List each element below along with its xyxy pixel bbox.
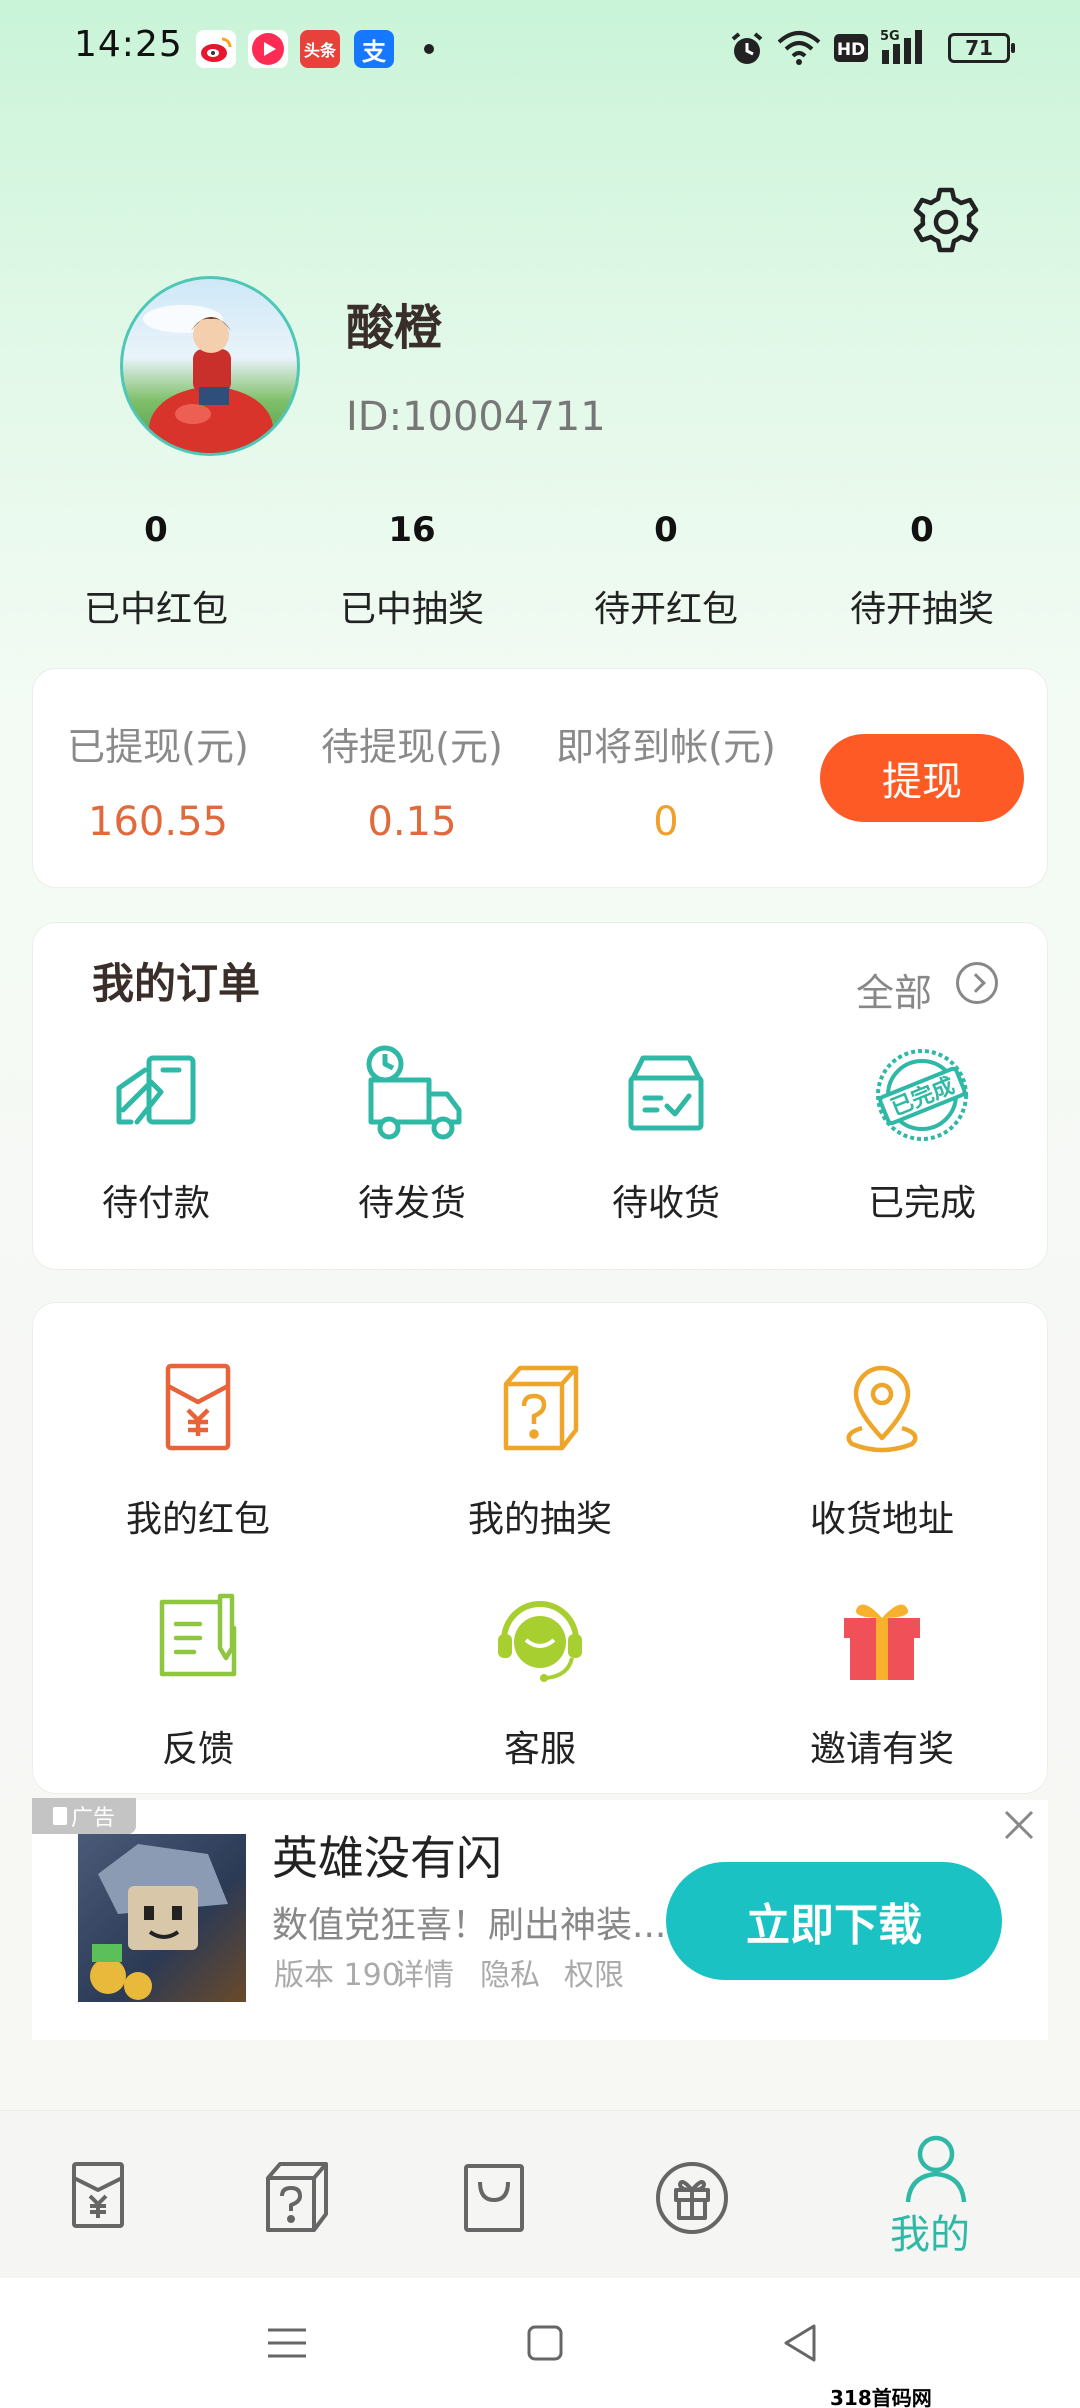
pending-summary: 待提现(元) 0.15 [292, 716, 532, 845]
username: 酸橙 [346, 300, 443, 356]
order-label: 已完成 [867, 1183, 976, 1224]
red-envelope-nav-icon [72, 2162, 124, 2228]
service-invite-rewards[interactable]: 邀请有奖 [762, 1588, 1002, 1772]
order-label: 待收货 [611, 1183, 720, 1224]
nav-gift[interactable] [642, 2148, 742, 2248]
arriving-summary: 即将到帐(元) 0 [546, 716, 786, 845]
service-label: 我的红包 [125, 1499, 270, 1540]
shopping-bag-nav-icon [464, 2164, 524, 2232]
service-label: 反馈 [161, 1729, 234, 1770]
nav-profile-label[interactable]: 我的 [890, 2202, 970, 2260]
stat-pending-lotteries[interactable]: 0 待开抽奖 [812, 510, 1032, 632]
ad-tag-icon [52, 1807, 67, 1825]
order-pending-receipt[interactable]: 待收货 [556, 1040, 776, 1226]
hd-icon: HD [834, 34, 868, 62]
nav-lottery[interactable] [246, 2148, 346, 2248]
feedback-icon [159, 1593, 237, 1677]
withdrawn-value: 160.55 [88, 799, 228, 845]
location-pin-icon [846, 1365, 918, 1453]
ad-permissions-link[interactable]: 权限 [564, 1950, 624, 1994]
ad-version: 版本 190 [274, 1958, 401, 1993]
orders-all-link[interactable]: 全部 [856, 962, 932, 1017]
alarm-icon [731, 32, 763, 64]
weibo-icon [196, 30, 236, 68]
video-icon [248, 30, 288, 68]
order-label: 待付款 [101, 1183, 210, 1224]
svg-text:HD: HD [837, 40, 865, 60]
stat-label: 待开红包 [593, 589, 738, 630]
service-shipping-address[interactable]: 收货地址 [762, 1358, 1002, 1542]
wifi-icon [777, 31, 821, 65]
chevron-right-circle-icon[interactable] [956, 962, 998, 1004]
receive-box-icon [628, 1055, 704, 1131]
watermark: 318首码网 www.e318.com [830, 2386, 932, 2408]
stat-value: 0 [910, 510, 934, 550]
withdraw-button[interactable]: 提现 [820, 734, 1024, 822]
status-time: 14:25 [74, 24, 183, 65]
service-label: 邀请有奖 [809, 1729, 954, 1770]
service-feedback[interactable]: 反馈 [78, 1588, 318, 1772]
ad-privacy-link[interactable]: 隐私 [480, 1950, 540, 1994]
stat-label: 已中红包 [83, 589, 228, 630]
service-label: 收货地址 [809, 1499, 954, 1540]
alipay-icon: 支 [354, 30, 394, 68]
withdrawn-summary: 已提现(元) 160.55 [38, 716, 278, 845]
signal-5g-icon: 5G [880, 29, 922, 64]
stat-won-lotteries[interactable]: 16 已中抽奖 [302, 510, 522, 632]
battery-indicator: 71 [948, 33, 1015, 63]
ad-download-button[interactable]: 立即下载 [666, 1862, 1002, 1980]
stat-won-red-envelopes[interactable]: 0 已中红包 [46, 510, 266, 632]
ad-details-link[interactable]: 详情 [394, 1950, 454, 1994]
menu-icon[interactable] [262, 2318, 312, 2368]
close-icon[interactable] [1002, 1808, 1036, 1842]
ad-game-image[interactable] [78, 1834, 246, 2002]
stat-value: 0 [654, 510, 678, 550]
profile-nav-icon [905, 2135, 967, 2203]
ad-description: 数值党狂喜！刷出神装... [272, 1905, 667, 1946]
home-square-icon[interactable] [520, 2318, 570, 2368]
customer-service-icon [498, 1601, 582, 1682]
pending-value: 0.15 [367, 799, 457, 845]
payment-icon [116, 1055, 196, 1125]
mystery-box-icon [503, 1365, 579, 1451]
order-completed[interactable]: 已完成 已完成 [812, 1040, 1032, 1226]
red-envelope-icon [165, 1363, 231, 1451]
stat-label: 待开抽奖 [849, 589, 994, 630]
order-pending-payment[interactable]: 待付款 [46, 1040, 266, 1226]
service-label: 客服 [503, 1729, 576, 1770]
user-id: ID:10004711 [346, 394, 606, 440]
order-label: 待发货 [357, 1183, 466, 1224]
toutiao-icon: 头条 [300, 30, 340, 68]
completed-stamp-icon: 已完成 [876, 1049, 968, 1141]
notification-dot [424, 44, 434, 54]
status-bar: 14:25 头条 支 HD 5G 71 [0, 0, 1080, 96]
gift-icon [844, 1604, 920, 1680]
mystery-box-nav-icon [266, 2162, 328, 2232]
ad-title[interactable]: 英雄没有闪 [272, 1822, 502, 1888]
ad-tag-label: 广告 [70, 1806, 115, 1831]
pending-label: 待提现(元) [321, 725, 503, 769]
settings-gear-icon[interactable] [908, 184, 984, 260]
withdrawn-label: 已提现(元) [67, 725, 249, 769]
nav-red-envelope[interactable] [48, 2148, 148, 2248]
service-my-red-envelopes[interactable]: 我的红包 [78, 1358, 318, 1542]
stat-pending-red-envelopes[interactable]: 0 待开红包 [556, 510, 776, 632]
order-pending-shipment[interactable]: 待发货 [302, 1040, 522, 1226]
service-customer-service[interactable]: 客服 [420, 1588, 660, 1772]
stat-value: 0 [144, 510, 168, 550]
service-my-lottery[interactable]: 我的抽奖 [420, 1358, 660, 1542]
delivery-truck-icon [366, 1045, 462, 1140]
svg-text:5G: 5G [880, 29, 900, 44]
stat-value: 16 [388, 510, 436, 550]
arriving-label: 即将到帐(元) [556, 725, 776, 769]
stat-label: 已中抽奖 [339, 589, 484, 630]
orders-title: 我的订单 [92, 959, 261, 1008]
arriving-value: 0 [653, 799, 679, 845]
avatar[interactable] [120, 276, 300, 456]
gift-nav-icon [656, 2162, 728, 2234]
nav-shop[interactable] [444, 2148, 544, 2248]
service-label: 我的抽奖 [467, 1499, 612, 1540]
back-triangle-icon[interactable] [776, 2318, 826, 2368]
ad-tag: 广告 [32, 1798, 136, 1834]
